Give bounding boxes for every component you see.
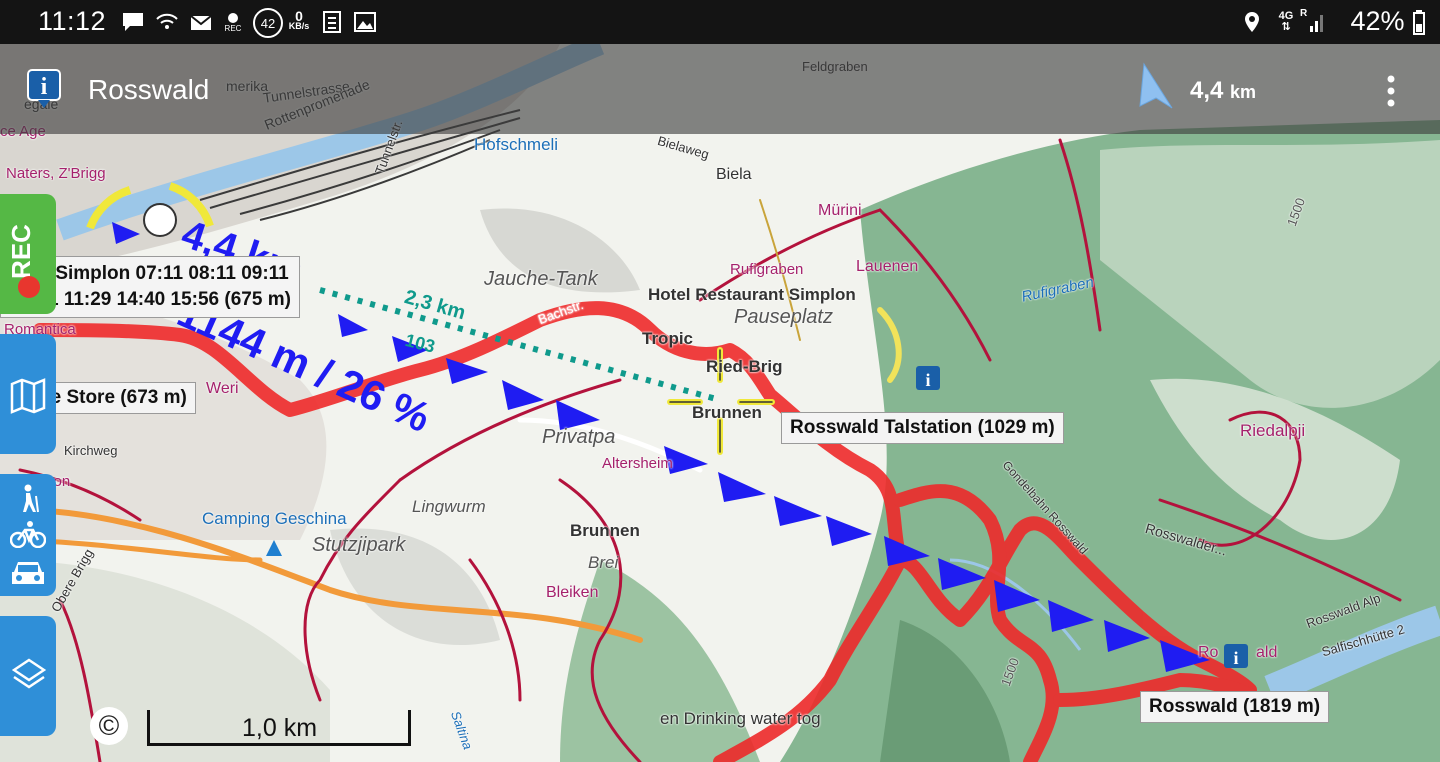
wifi-call-icon	[154, 10, 180, 34]
map-label-kirchweg: Kirchweg	[64, 443, 118, 458]
status-time: 11:12	[38, 6, 107, 36]
scale-bar: 1,0 km	[147, 710, 411, 746]
car-icon	[10, 558, 46, 593]
page-title: Rosswald	[88, 74, 210, 105]
layers-icon	[11, 658, 47, 699]
bicycle-icon	[9, 520, 47, 553]
notification-count-badge: 42	[253, 8, 283, 38]
activity-button[interactable]	[0, 474, 56, 596]
map-label-murini: Mürini	[818, 202, 862, 219]
map-icon	[10, 378, 46, 419]
image-icon	[352, 10, 378, 34]
info-icon[interactable]: i	[26, 68, 62, 115]
message-icon	[120, 10, 146, 34]
location-icon	[1242, 10, 1262, 34]
map-label-biela: Biela	[716, 166, 752, 183]
more-options-icon[interactable]	[1382, 74, 1400, 113]
map-label-hotel: Hotel Restaurant Simplon	[648, 285, 856, 304]
battery-percent: 42%	[1350, 6, 1426, 37]
status-bar: 11:12 REC 42 0 KB/s 4G ⇅ R 42%	[0, 0, 1440, 44]
map-label-rosswald-map2: ald	[1256, 644, 1278, 661]
svg-text:i: i	[925, 370, 930, 390]
app-bar: i Rosswald 4,4 km	[0, 44, 1440, 134]
map-label-privatpark: Privatpa	[542, 426, 616, 448]
map-button[interactable]	[0, 334, 56, 454]
map-label-brunnen2: Brunnen	[570, 521, 640, 540]
map-label-lingwurm: Lingwurm	[412, 497, 486, 516]
map-label-camping: Camping Geschina	[202, 509, 347, 528]
rec-label: REC	[5, 224, 36, 279]
battery-icon	[1413, 9, 1425, 35]
map-label-altersheim: Altersheim	[602, 455, 673, 472]
map-label-weri: Weri	[206, 380, 239, 397]
map-label-brunnen1: Brunnen	[692, 403, 762, 422]
map-label-hofschmeli: Hofschmeli	[474, 135, 559, 154]
record-button[interactable]: REC	[0, 194, 56, 314]
navigation-arrow-icon[interactable]	[1136, 62, 1176, 117]
record-dot-icon	[18, 276, 40, 298]
rosswald-label-box[interactable]: Rosswald (1819 m)	[1140, 691, 1330, 723]
layers-button[interactable]	[0, 616, 56, 736]
map-label-jauche-tank: Jauche-Tank	[484, 268, 598, 290]
svg-text:i: i	[41, 74, 48, 100]
map-label-lauenen: Lauenen	[856, 258, 919, 275]
mail-icon	[188, 10, 214, 34]
distance-readout: 4,4 km	[1190, 77, 1257, 104]
svg-text:i: i	[1233, 648, 1238, 668]
map-label-pauseplatz: Pauseplatz	[734, 306, 833, 328]
map-label-rosswald-map: Ro	[1198, 644, 1219, 661]
map-label-rufigraben: Rufigraben	[730, 261, 804, 278]
signal-icon: R	[1300, 8, 1326, 34]
data-rate-indicator: 0 KB/s	[288, 8, 310, 31]
map-label-ried-brig: Ried-Brig	[706, 357, 783, 376]
map-label-naters: Naters, Z'Brigg	[6, 165, 106, 182]
scale-label: 1,0 km	[242, 714, 318, 742]
document-icon	[320, 10, 344, 34]
map-label-stutzjipark: Stutzjipark	[312, 534, 406, 556]
map-label-bleiken: Bleiken	[546, 584, 599, 601]
map-label-drinking: en Drinking water tog	[660, 709, 821, 728]
map-label-riedalpji: Riedalpji	[1240, 421, 1306, 440]
talstation-label-box[interactable]: Rosswald Talstation (1029 m)	[781, 412, 1064, 444]
map-label-brei: Brei	[588, 553, 619, 572]
copyright-button[interactable]: ©	[90, 707, 128, 745]
map-label-tropic: Tropic	[642, 329, 694, 348]
rec-status-icon: REC	[222, 10, 244, 34]
hiking-icon	[16, 484, 40, 519]
network-4g-indicator: 4G ⇅	[1278, 10, 1294, 33]
